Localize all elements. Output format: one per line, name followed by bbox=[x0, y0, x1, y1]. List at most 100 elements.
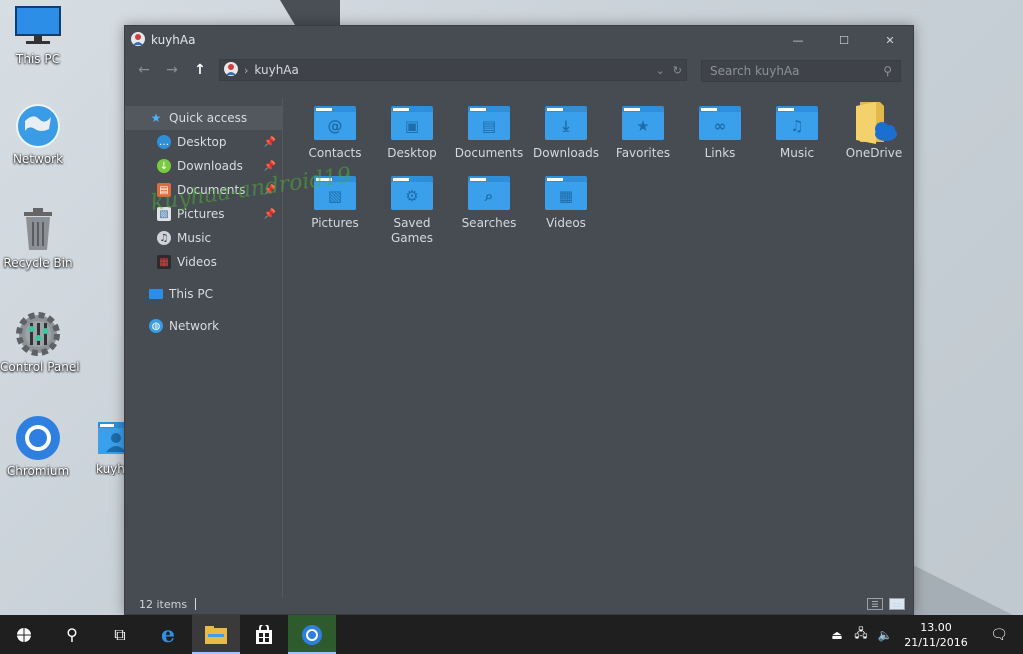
search-taskbar-button[interactable]: ⚲ bbox=[48, 615, 96, 654]
desktop-icon-recycle-bin[interactable]: Recycle Bin bbox=[0, 206, 76, 270]
address-bar[interactable]: › kuyhAa ⌄ ↻ bbox=[219, 59, 687, 81]
documents-icon: ▤ bbox=[157, 183, 171, 197]
sidebar-item-label: Videos bbox=[177, 255, 217, 269]
pin-icon[interactable]: 📌 bbox=[264, 137, 276, 148]
user-folder-icon bbox=[86, 414, 126, 462]
chevron-down-icon[interactable]: ⌄ bbox=[656, 64, 665, 77]
searches-folder-icon: ⌕ bbox=[468, 176, 510, 210]
folder-saved-games[interactable]: ⚙ Saved Games bbox=[374, 176, 450, 246]
large-icons-view-icon[interactable]: ▭ bbox=[889, 598, 905, 610]
folder-label: Favorites bbox=[615, 146, 671, 160]
network-icon[interactable]: 🖧 bbox=[849, 624, 873, 645]
folder-pictures[interactable]: ▧ Pictures bbox=[297, 176, 373, 231]
breadcrumb-item[interactable]: kuyhAa bbox=[254, 63, 298, 77]
status-bar: 12 items ☰ ▭ bbox=[125, 594, 913, 614]
music-icon: ♫ bbox=[157, 231, 171, 245]
folder-desktop[interactable]: ▣ Desktop bbox=[374, 106, 450, 161]
folder-links[interactable]: ∞ Links bbox=[682, 106, 758, 161]
desktop-icon-label: Control Panel bbox=[0, 360, 80, 374]
breadcrumb-chevron-icon: › bbox=[244, 63, 249, 77]
download-icon: ↓ bbox=[157, 159, 171, 173]
downloads-folder-icon: ⤓ bbox=[545, 106, 587, 140]
details-view-icon[interactable]: ☰ bbox=[867, 598, 883, 610]
sidebar-item-label: Pictures bbox=[177, 207, 225, 221]
location-avatar-icon bbox=[224, 61, 238, 79]
sidebar-item-network[interactable]: ◍ Network bbox=[125, 314, 282, 338]
sidebar-item-label: Downloads bbox=[177, 159, 243, 173]
folder-icon bbox=[205, 625, 227, 644]
pin-icon[interactable]: 📌 bbox=[264, 161, 276, 172]
globe-icon bbox=[14, 102, 62, 150]
sidebar-item-videos[interactable]: ▦ Videos bbox=[125, 250, 282, 274]
folder-favorites[interactable]: ★ Favorites bbox=[605, 106, 681, 161]
search-icon[interactable]: ⚲ bbox=[883, 64, 892, 78]
search-input[interactable]: Search kuyhAa ⚲ bbox=[701, 60, 901, 82]
videos-icon: ▦ bbox=[157, 255, 171, 269]
saved-games-folder-icon: ⚙ bbox=[391, 176, 433, 210]
folder-music[interactable]: ♫ Music bbox=[759, 106, 835, 161]
desktop-icon-network[interactable]: Network bbox=[0, 102, 76, 166]
search-placeholder: Search kuyhAa bbox=[710, 64, 800, 78]
sidebar-item-label: This PC bbox=[169, 287, 213, 301]
links-folder-icon: ∞ bbox=[699, 106, 741, 140]
desktop-wallpaper-shape bbox=[903, 560, 1023, 620]
monitor-icon bbox=[14, 2, 62, 50]
up-arrow-icon[interactable]: ↑ bbox=[189, 59, 211, 81]
sidebar-item-downloads[interactable]: ↓ Downloads 📌 bbox=[125, 154, 282, 178]
volume-icon[interactable]: 🔈 bbox=[873, 628, 897, 642]
music-folder-icon: ♫ bbox=[776, 106, 818, 140]
chromium-icon bbox=[302, 624, 322, 645]
start-button[interactable] bbox=[0, 615, 48, 654]
folder-onedrive[interactable]: OneDrive bbox=[836, 98, 912, 161]
sidebar-item-music[interactable]: ♫ Music bbox=[125, 226, 282, 250]
sidebar-item-label: Quick access bbox=[169, 111, 248, 125]
folder-label: Links bbox=[704, 146, 736, 160]
folder-label: Searches bbox=[461, 216, 517, 230]
trash-icon bbox=[14, 206, 62, 254]
folder-label: Pictures bbox=[311, 216, 359, 230]
monitor-icon bbox=[149, 289, 163, 299]
forward-arrow-icon[interactable]: → bbox=[161, 59, 183, 81]
title-bar[interactable]: kuyhAa — ☐ ✕ bbox=[125, 26, 913, 54]
folder-label: Desktop bbox=[387, 146, 437, 160]
desktop-icon: … bbox=[157, 135, 171, 149]
sidebar-item-documents[interactable]: ▤ Documents 📌 bbox=[125, 178, 282, 202]
folder-searches[interactable]: ⌕ Searches bbox=[451, 176, 527, 231]
back-arrow-icon[interactable]: ← bbox=[133, 59, 155, 81]
chromium-taskbar-button[interactable] bbox=[288, 615, 336, 654]
file-list: @ Contacts ▣ Desktop ▤ Documents ⤓ Downl… bbox=[293, 98, 913, 598]
navigation-pane: ★ Quick access … Desktop 📌 ↓ Downloads 📌… bbox=[125, 98, 283, 598]
store-taskbar-button[interactable] bbox=[240, 615, 288, 654]
edge-taskbar-button[interactable]: e bbox=[144, 615, 192, 654]
sidebar-item-this-pc[interactable]: This PC bbox=[125, 282, 282, 306]
file-explorer-window: kuyhAa — ☐ ✕ ← → ↑ › kuyhAa ⌄ ↻ Search k… bbox=[124, 25, 914, 615]
desktop-icon-label: Recycle Bin bbox=[3, 256, 73, 270]
pin-icon[interactable]: 📌 bbox=[264, 209, 276, 220]
pictures-icon: ▧ bbox=[157, 207, 171, 221]
folder-documents[interactable]: ▤ Documents bbox=[451, 106, 527, 161]
minimize-button[interactable]: — bbox=[775, 26, 821, 54]
desktop-icon-this-pc[interactable]: This PC bbox=[0, 2, 76, 66]
sidebar-item-quick-access[interactable]: ★ Quick access bbox=[125, 106, 282, 130]
contacts-folder-icon: @ bbox=[314, 106, 356, 140]
pin-icon[interactable]: 📌 bbox=[264, 185, 276, 196]
folder-videos[interactable]: ▦ Videos bbox=[528, 176, 604, 231]
maximize-button[interactable]: ☐ bbox=[821, 26, 867, 54]
sidebar-item-pictures[interactable]: ▧ Pictures 📌 bbox=[125, 202, 282, 226]
refresh-icon[interactable]: ↻ bbox=[673, 64, 682, 77]
usb-icon[interactable]: ⏏ bbox=[825, 628, 849, 642]
file-explorer-taskbar-button[interactable] bbox=[192, 615, 240, 654]
close-button[interactable]: ✕ bbox=[867, 26, 913, 54]
task-view-button[interactable]: ⧉ bbox=[96, 615, 144, 654]
desktop-icon-chromium[interactable]: Chromium bbox=[0, 414, 76, 478]
desktop-icon-user-folder[interactable]: kuyhA bbox=[86, 414, 126, 476]
desktop-icon-control-panel[interactable]: Control Panel bbox=[0, 310, 80, 374]
sidebar-item-desktop[interactable]: … Desktop 📌 bbox=[125, 130, 282, 154]
task-view-icon: ⧉ bbox=[114, 624, 126, 644]
sidebar-item-label: Network bbox=[169, 319, 220, 333]
folder-downloads[interactable]: ⤓ Downloads bbox=[528, 106, 604, 161]
folder-contacts[interactable]: @ Contacts bbox=[297, 106, 373, 161]
notifications-button[interactable]: 🗨 bbox=[975, 615, 1023, 654]
clock[interactable]: 13.00 21/11/2016 bbox=[897, 620, 975, 650]
desktop-icon-label: Chromium bbox=[6, 464, 70, 478]
